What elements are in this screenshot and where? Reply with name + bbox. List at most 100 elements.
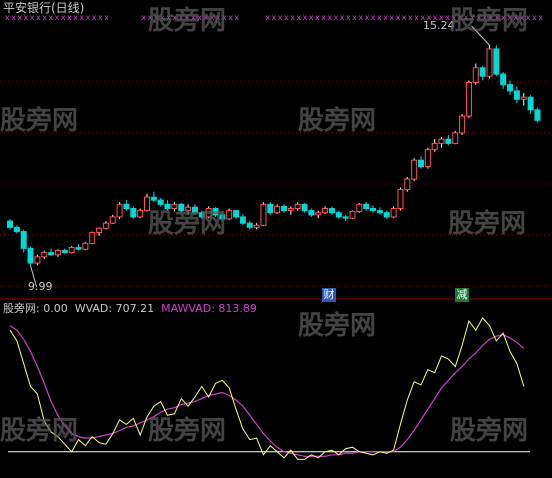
candle-body xyxy=(96,227,103,233)
candle-body xyxy=(13,226,20,233)
candle-body xyxy=(513,90,520,100)
candle-body xyxy=(267,203,274,214)
candle-body xyxy=(404,178,411,191)
signal-marker: x xyxy=(86,13,91,22)
candle-body xyxy=(383,212,390,218)
candle-body xyxy=(48,252,55,256)
candle-body xyxy=(246,222,253,228)
candle-body xyxy=(315,212,322,216)
candle-body xyxy=(534,109,541,121)
signal-marker: x xyxy=(358,13,363,22)
signal-marker: x xyxy=(538,13,543,22)
signal-marker: x xyxy=(98,13,103,22)
candle-body xyxy=(130,208,137,218)
signal-marker: x xyxy=(327,13,332,22)
candle-body xyxy=(116,203,123,218)
candle-body xyxy=(287,208,294,212)
wvad-readout: WVAD: 707.21 xyxy=(74,302,155,315)
candle-body xyxy=(281,205,287,212)
low-price-label: 9.99 xyxy=(28,280,53,293)
signal-marker: x xyxy=(532,13,537,22)
signal-marker: x xyxy=(272,13,277,22)
signal-marker: x xyxy=(296,13,301,22)
candle-body xyxy=(390,208,397,218)
candle-body xyxy=(527,96,534,111)
candle-body xyxy=(34,256,41,264)
candle-body xyxy=(274,205,281,214)
candle-body xyxy=(424,149,431,167)
candle-body xyxy=(7,220,13,228)
candle-body xyxy=(226,210,233,220)
candle-body xyxy=(68,247,75,254)
candle-body xyxy=(465,82,472,117)
signal-marker: x xyxy=(377,13,382,22)
candle-body xyxy=(260,203,267,226)
candle-body xyxy=(452,132,459,144)
candle-body xyxy=(507,84,514,92)
candle-body xyxy=(431,142,438,151)
signal-marker: x xyxy=(414,13,419,22)
candle-body xyxy=(41,252,48,258)
indicator-value: : 0.00 xyxy=(36,302,68,315)
mawvad-line xyxy=(9,325,525,457)
candle-body xyxy=(137,210,144,218)
signal-marker: x xyxy=(315,13,320,22)
candle-body xyxy=(411,159,418,180)
candle-body xyxy=(370,208,377,212)
candle-body xyxy=(397,189,404,210)
candle-body xyxy=(342,216,349,219)
signal-marker: x xyxy=(352,13,357,22)
signal-marker: x xyxy=(104,13,109,22)
signal-marker: x xyxy=(396,13,401,22)
mawvad-readout: MAWVAD: 813.89 xyxy=(161,302,257,315)
watermark-text: 股旁网 xyxy=(450,6,529,36)
candle-body xyxy=(102,222,109,229)
candle-body xyxy=(438,138,445,144)
watermark-text: 股旁网 xyxy=(448,209,527,239)
signal-marker: x xyxy=(284,13,289,22)
candle-body xyxy=(150,196,157,201)
signal-marker: x xyxy=(309,13,314,22)
candle-body xyxy=(349,210,356,219)
candle-body xyxy=(520,96,527,100)
candle-body xyxy=(322,208,329,214)
candle-body xyxy=(253,224,260,228)
candle-body xyxy=(479,67,486,77)
candle-body xyxy=(89,231,96,244)
candle-body xyxy=(445,138,452,144)
signal-marker: x xyxy=(141,13,146,22)
signal-marker: x xyxy=(92,13,97,22)
candle-body xyxy=(20,231,27,249)
watermark-text: 股旁网 xyxy=(148,416,227,446)
candle-body xyxy=(239,216,246,224)
signal-marker: x xyxy=(234,13,239,22)
candle-body xyxy=(82,242,89,250)
candle-body xyxy=(123,203,130,210)
signal-marker: x xyxy=(334,13,339,22)
candle-body xyxy=(418,159,424,167)
signal-marker: x xyxy=(278,13,283,22)
candle-body xyxy=(61,250,68,254)
chart-title: 平安银行(日线) xyxy=(3,1,85,15)
event-tag-finance[interactable]: 财 xyxy=(322,288,336,302)
watermark-text: 股旁网 xyxy=(298,106,377,136)
signal-marker: x xyxy=(365,13,370,22)
candle-body xyxy=(493,48,500,75)
candle-body xyxy=(109,216,116,224)
indicator-header: 股旁网: 0.00 WVAD: 707.21 MAWVAD: 813.89 xyxy=(3,303,257,315)
signal-marker: x xyxy=(340,13,345,22)
signal-marker: x xyxy=(228,13,233,22)
candle-body xyxy=(27,247,34,264)
indicator-name: 股旁网 xyxy=(3,302,36,315)
candle-body xyxy=(308,210,315,216)
event-tag-reduce[interactable]: 减 xyxy=(455,288,469,302)
signal-marker: x xyxy=(321,13,326,22)
watermark-text: 股旁网 xyxy=(450,416,529,446)
signal-marker: x xyxy=(303,13,308,22)
signal-marker: x xyxy=(408,13,413,22)
candle-body xyxy=(356,203,363,212)
candle-body xyxy=(294,203,301,210)
signal-marker: x xyxy=(383,13,388,22)
candle-body xyxy=(301,203,308,212)
candle-body xyxy=(500,73,507,86)
